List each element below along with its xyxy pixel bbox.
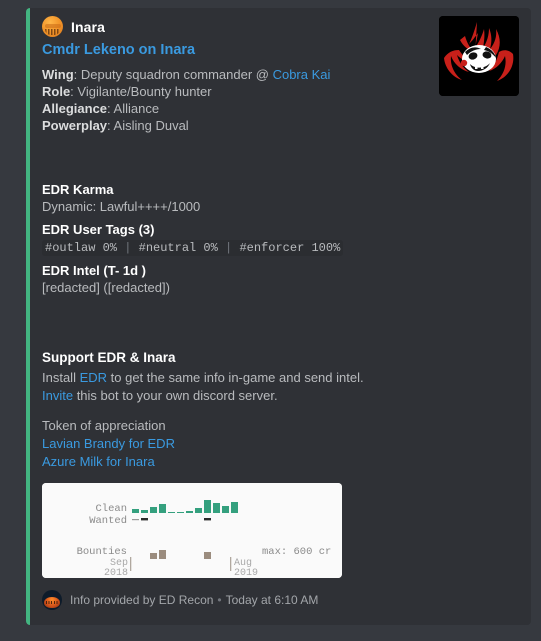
footer-separator: • <box>217 593 222 608</box>
embed-footer: Info provided by ED Recon • Today at 6:10 … <box>42 590 519 611</box>
desc-key-allegiance: Allegiance <box>42 101 108 117</box>
support-install-line: Install EDR to get the same info in-game… <box>42 369 519 387</box>
desc-line-powerplay: Powerplay: Aisling Duval <box>42 117 519 134</box>
karma-history-chart[interactable]: Clean Wanted Bounties max: 600 cr Sep 20… <box>42 483 342 579</box>
desc-sep-wing: : <box>73 67 81 83</box>
spacer-before-token <box>42 405 519 417</box>
field-edr-karma: EDR Karma Dynamic: Lawful++++/1000 <box>42 181 519 216</box>
field-edr-user-tags: EDR User Tags (3) #outlaw 0% | #neutral … <box>42 221 519 257</box>
embed-author-name: Inara <box>71 18 105 35</box>
link-lavian-brandy[interactable]: Lavian Brandy for EDR <box>42 436 175 451</box>
field-value-edr-user-tags: #outlaw 0% | #neutral 0% | #enforcer 100… <box>42 238 519 257</box>
discord-message-root: Inara Cmdr Lekeno on Inara Wing: Deputy … <box>0 0 541 641</box>
desc-line-allegiance: Allegiance: Alliance <box>42 100 519 117</box>
chart-axis-end-year: 2019 <box>234 568 258 578</box>
field-name-edr-user-tags: EDR User Tags (3) <box>42 222 155 238</box>
embed-footer-text: Info provided by ED Recon • Today at 6:10 … <box>70 592 318 608</box>
desc-key-wing: Wing <box>42 67 74 83</box>
desc-key-powerplay: Powerplay <box>42 118 108 134</box>
cobra-kai-red-flame-skull-thumbnail[interactable] <box>439 16 519 96</box>
chart-tick-end <box>230 557 232 572</box>
chart-max-annotation: max: 600 cr <box>262 546 331 558</box>
support-title: Support EDR & Inara <box>42 350 176 366</box>
link-edr[interactable]: EDR <box>80 370 107 385</box>
link-invite[interactable]: Invite <box>42 388 73 403</box>
footer-timestamp: Today at 6:10 AM <box>225 593 319 608</box>
tag-neutral: #neutral 0% <box>138 241 218 256</box>
support-install-post: to get the same info in-game and send in… <box>107 370 364 386</box>
support-invite-line: Invite this bot to your own discord serv… <box>42 387 519 405</box>
discord-embed: Inara Cmdr Lekeno on Inara Wing: Deputy … <box>26 8 531 625</box>
link-cobra-kai[interactable]: Cobra Kai <box>273 67 331 82</box>
chart-axis-start-year: 2018 <box>104 568 128 578</box>
desc-value-wing: Deputy squadron commander @ <box>80 67 273 83</box>
chart-label-bounties: Bounties <box>77 546 127 558</box>
inara-orange-emblem-icon <box>42 16 63 37</box>
field-support: Support EDR & Inara Install EDR to get t… <box>42 349 519 471</box>
field-name-edr-intel: EDR Intel (T- 1d ) <box>42 263 146 279</box>
chart-label-clean: Clean <box>95 503 127 515</box>
token-of-appreciation-label: Token of appreciation <box>42 418 166 434</box>
field-value-edr-intel: [redacted] ([redacted]) <box>42 280 170 296</box>
tag-separator-1: | <box>117 241 139 256</box>
embed-title-text: Cmdr Lekeno on Inara <box>42 42 196 58</box>
tags-code-block: #outlaw 0% | #neutral 0% | #enforcer 100… <box>42 240 344 257</box>
desc-value-role: Vigilante/Bounty hunter <box>77 84 212 100</box>
desc-value-allegiance: Alliance <box>113 101 160 117</box>
chart-tick-start <box>130 557 132 572</box>
ed-recon-avatar-icon <box>42 590 62 611</box>
field-name-edr-karma: EDR Karma <box>42 182 114 198</box>
tag-separator-2: | <box>217 241 240 256</box>
chart-label-wanted: Wanted <box>89 515 127 527</box>
desc-value-powerplay: Aisling Duval <box>113 118 189 134</box>
field-edr-intel: EDR Intel (T- 1d ) [redacted] ([redacted… <box>42 262 519 297</box>
token-link-row-milk: Azure Milk for Inara <box>42 453 519 471</box>
desc-key-role: Role <box>42 84 71 100</box>
support-invite-post: this bot to your own discord server. <box>73 388 278 404</box>
link-azure-milk[interactable]: Azure Milk for Inara <box>42 454 155 469</box>
field-value-edr-karma: Dynamic: Lawful++++/1000 <box>42 199 201 215</box>
tag-outlaw: #outlaw 0% <box>45 241 118 256</box>
footer-provider: Info provided by ED Recon <box>70 593 214 608</box>
token-link-row-brandy: Lavian Brandy for EDR <box>42 435 519 453</box>
spacer-before-support <box>42 302 519 349</box>
support-install-pre: Install <box>42 370 80 386</box>
spacer-after-description <box>42 134 519 181</box>
tag-enforcer: #enforcer 100% <box>239 241 341 256</box>
thumbnail-artwork <box>439 16 519 96</box>
chart-artwork: Clean Wanted Bounties max: 600 cr Sep 20… <box>42 483 342 579</box>
